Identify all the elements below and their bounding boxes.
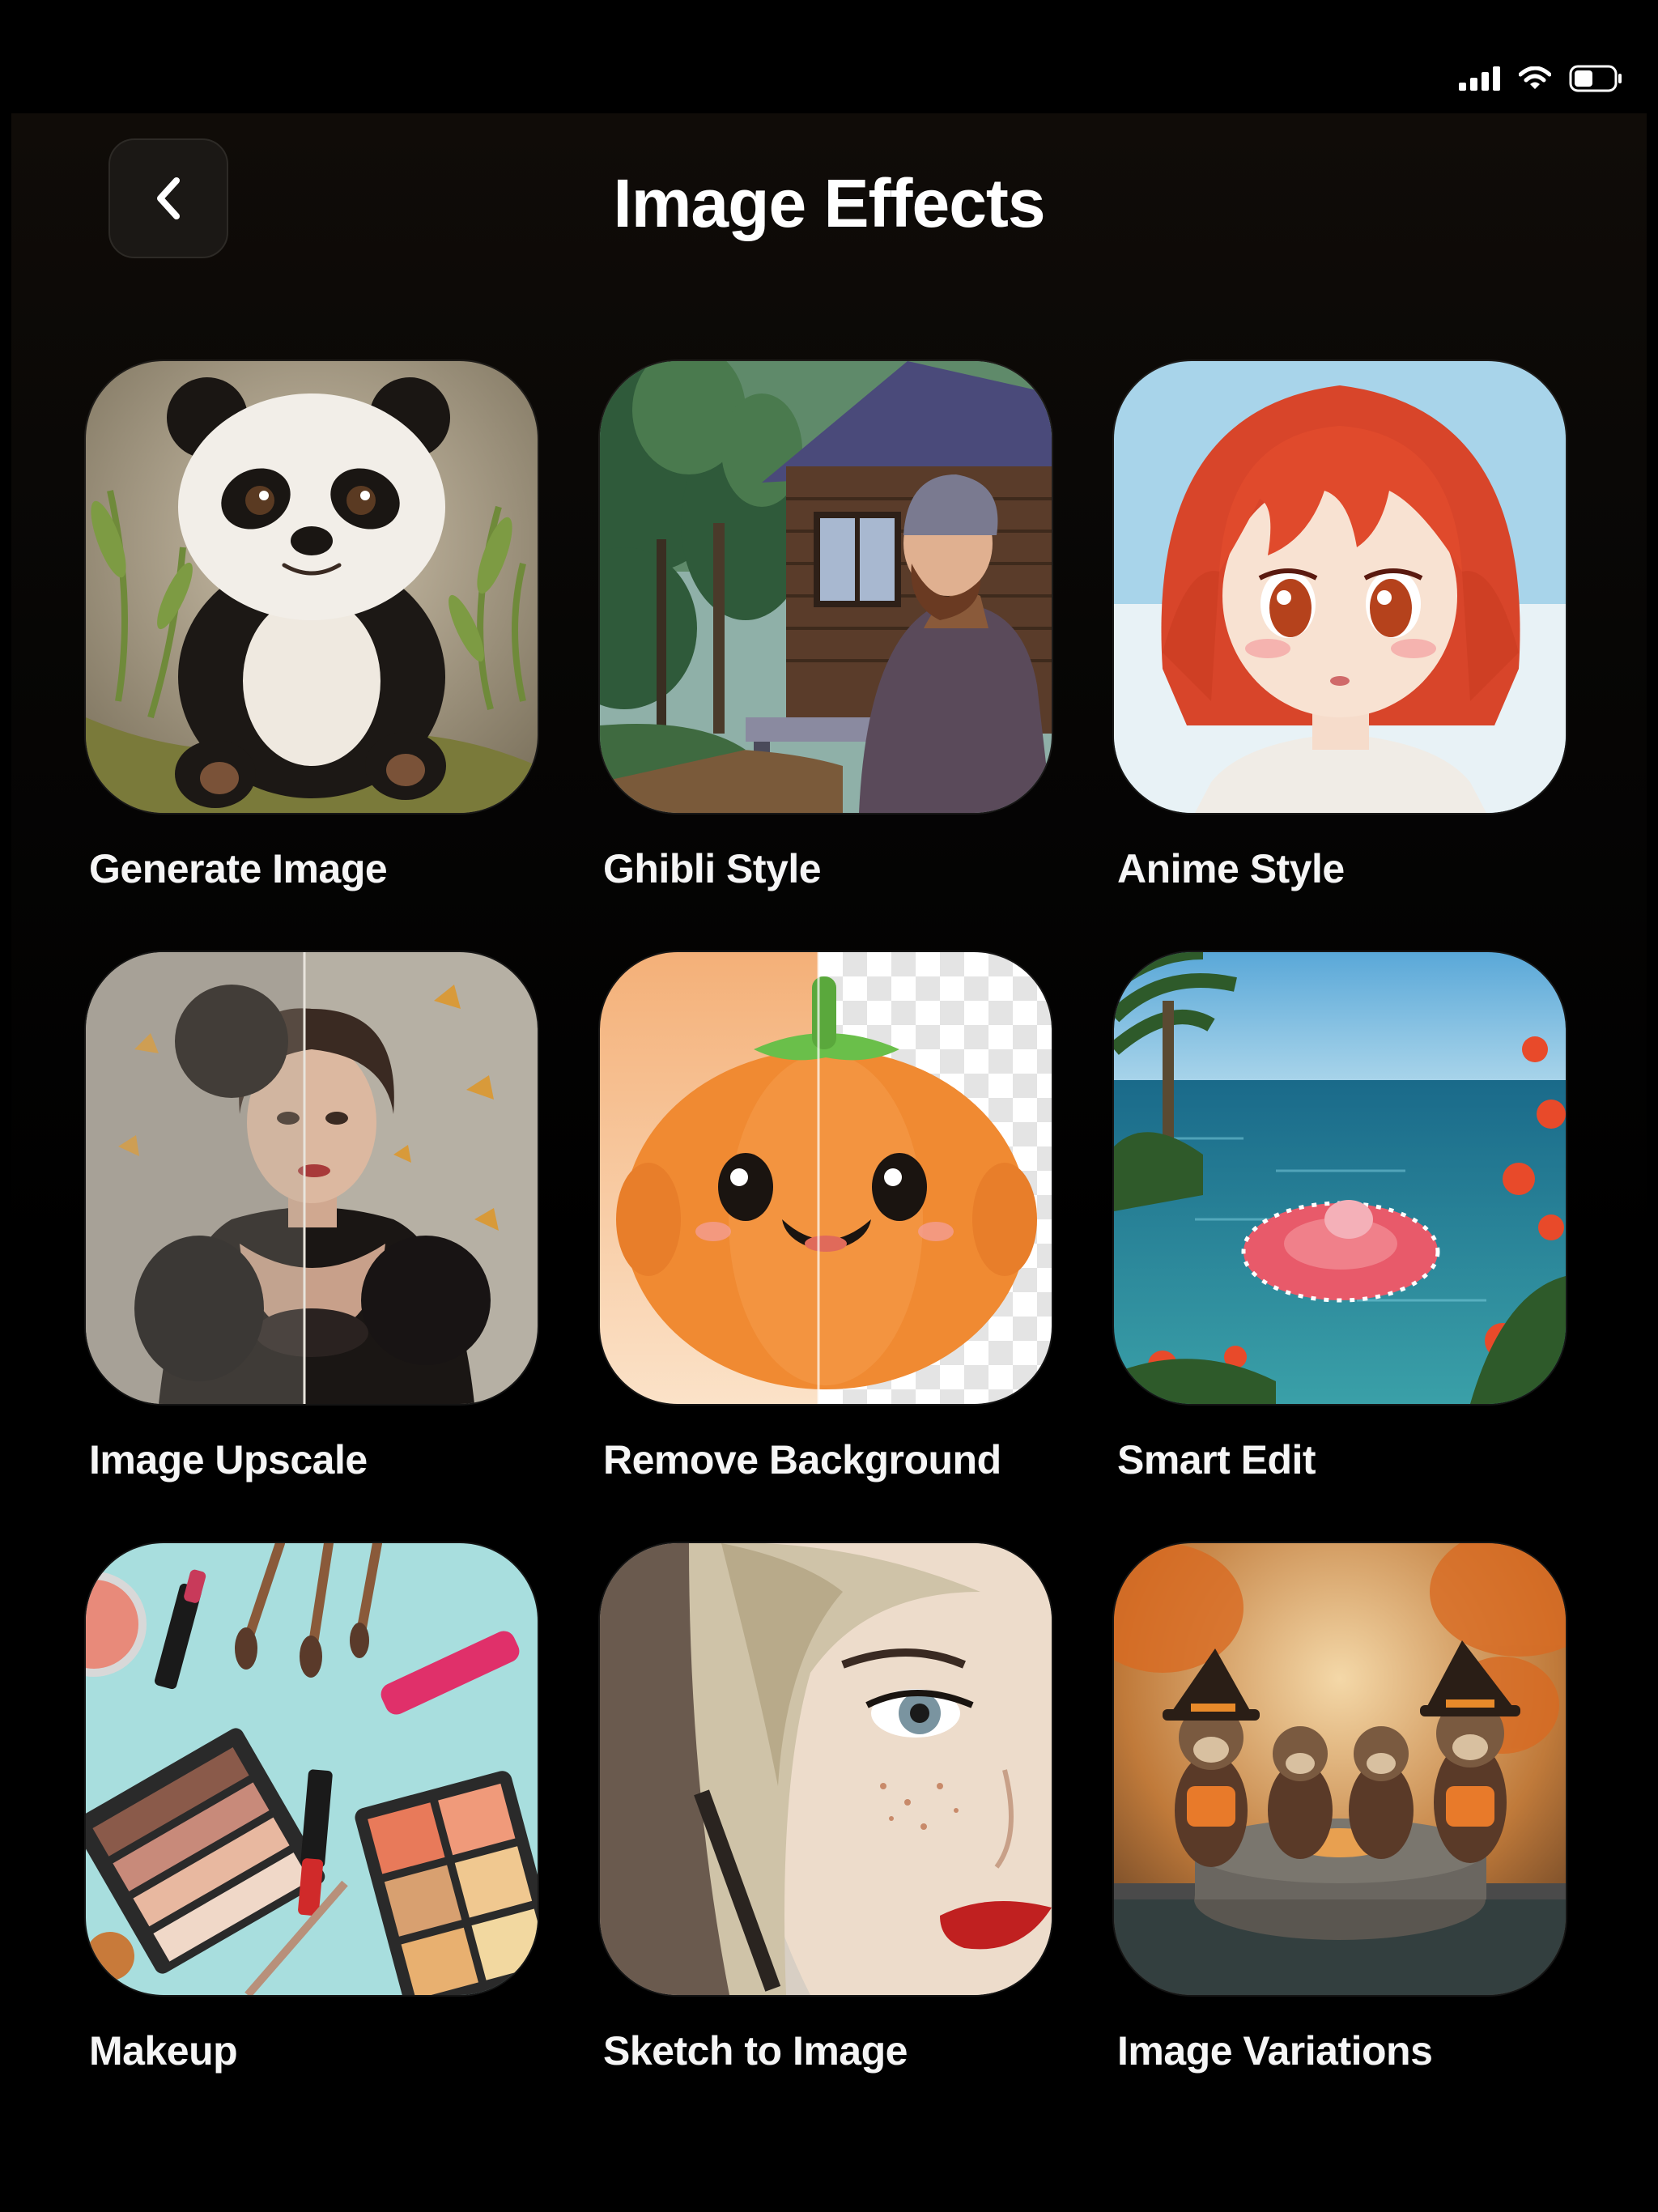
ghibli-forest-cabin (600, 361, 1052, 813)
effect-thumbnail (1114, 361, 1566, 813)
effect-thumbnail (86, 1543, 538, 1995)
signal-icon (1459, 66, 1500, 91)
effect-label: Image Variations (1117, 2028, 1433, 2074)
effect-label: Ghibli Style (603, 846, 822, 891)
effect-thumbnail (600, 1543, 1052, 1995)
effect-thumbnail (1114, 1543, 1566, 1995)
effect-label: Generate Image (89, 846, 388, 891)
sketch-woman-face (600, 1543, 1052, 1995)
makeup-flatlay (86, 1543, 538, 1995)
effect-thumbnail (86, 361, 538, 813)
effect-card-image-variations[interactable]: Image Variations (1114, 1543, 1566, 2074)
effect-label: Smart Edit (1117, 1437, 1316, 1482)
effect-card-ghibli-style[interactable]: Ghibli Style (600, 361, 1052, 891)
effect-thumbnail (1114, 952, 1566, 1404)
effect-label: Image Upscale (89, 1437, 368, 1482)
effects-grid: Generate Image Ghibli Style Anime Style … (86, 361, 1567, 2074)
ocean-float-selection (1114, 952, 1566, 1404)
status-bar (0, 0, 1658, 113)
pumpkin-plush-cutout (600, 952, 1052, 1404)
effect-card-generate-image[interactable]: Generate Image (86, 361, 538, 891)
effect-card-makeup[interactable]: Makeup (86, 1543, 538, 2074)
effect-card-sketch-to-image[interactable]: Sketch to Image (600, 1543, 1052, 2074)
effect-label: Makeup (89, 2028, 238, 2074)
effect-card-anime-style[interactable]: Anime Style (1114, 361, 1566, 891)
effect-card-remove-background[interactable]: Remove Background (600, 952, 1052, 1482)
anime-girl-red-hair (1114, 361, 1566, 813)
effect-label: Remove Background (603, 1437, 1001, 1482)
panda-illustration (86, 361, 538, 813)
wifi-icon (1519, 66, 1551, 89)
battery-icon (1569, 65, 1622, 92)
effect-thumbnail (600, 952, 1052, 1404)
effect-label: Anime Style (1117, 846, 1345, 891)
effect-thumbnail (86, 952, 538, 1404)
effect-label: Sketch to Image (603, 2028, 908, 2074)
effect-thumbnail (600, 361, 1052, 813)
woman-butterflies-before-after (86, 952, 538, 1404)
effect-card-smart-edit[interactable]: Smart Edit (1114, 952, 1566, 1482)
otters-witch-hats (1114, 1543, 1566, 1995)
page-title: Image Effects (613, 165, 1045, 241)
effect-card-image-upscale[interactable]: Image Upscale (86, 952, 538, 1482)
status-icons (1459, 65, 1622, 92)
